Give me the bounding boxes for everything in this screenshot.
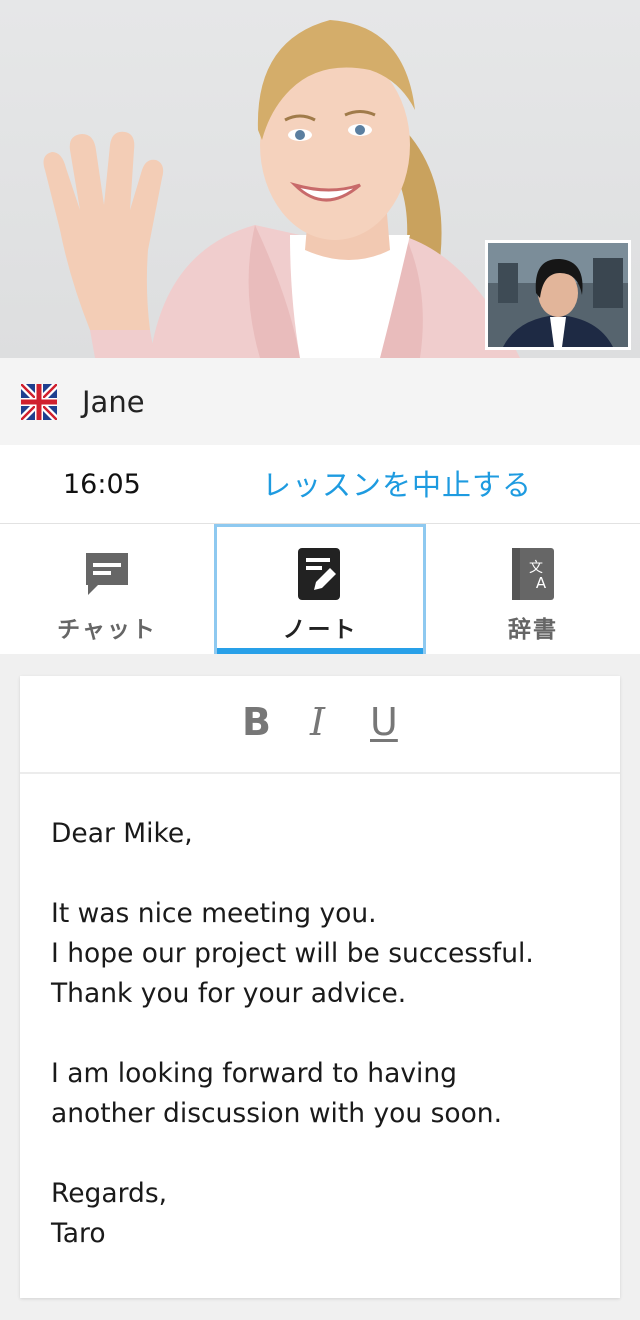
- tab-chat[interactable]: チャット: [0, 524, 214, 654]
- note-blank-line: [51, 1134, 600, 1174]
- note-line: I hope our project will be successful.: [51, 938, 534, 969]
- note-line: Taro: [51, 1218, 106, 1249]
- tab-bar: チャット ノート 文 A 辞書: [0, 524, 640, 654]
- note-line: I am looking forward to having: [51, 1058, 458, 1089]
- chat-icon: [79, 546, 135, 602]
- italic-button[interactable]: I: [310, 698, 325, 746]
- note-line: Dear Mike,: [51, 818, 193, 849]
- note-editor: B I U Dear Mike, It was nice meeting you…: [20, 676, 620, 1298]
- active-tab-indicator: [217, 648, 423, 654]
- svg-text:A: A: [536, 574, 547, 592]
- lesson-timer: 16:05: [63, 469, 141, 500]
- note-blank-line: [51, 1014, 600, 1054]
- lesson-control-bar: 16:05 レッスンを中止する: [0, 445, 640, 524]
- self-camera-preview[interactable]: [485, 240, 631, 350]
- tab-note-label: ノート: [282, 617, 358, 643]
- underline-button[interactable]: U: [370, 698, 398, 746]
- format-toolbar: B I U: [20, 676, 620, 774]
- note-line: Regards,: [51, 1178, 168, 1209]
- tab-chat-label: チャット: [57, 617, 157, 643]
- uk-flag-icon: [21, 383, 57, 420]
- note-text-area[interactable]: Dear Mike, It was nice meeting you. I ho…: [51, 814, 600, 1254]
- tab-dictionary-label: 辞書: [508, 617, 558, 643]
- note-blank-line: [51, 854, 600, 894]
- dictionary-icon: 文 A: [505, 546, 561, 602]
- note-line: Thank you for your advice.: [51, 978, 407, 1009]
- bold-button[interactable]: B: [242, 698, 271, 746]
- tab-dictionary[interactable]: 文 A 辞書: [426, 524, 640, 654]
- tutor-video: [0, 0, 640, 358]
- tutor-info-bar: Jane: [0, 358, 640, 445]
- tab-note[interactable]: ノート: [214, 524, 426, 654]
- self-camera-image: [488, 243, 628, 347]
- note-edit-icon: [292, 546, 348, 602]
- stop-lesson-link[interactable]: レッスンを中止する: [262, 445, 532, 525]
- note-line: another discussion with you soon.: [51, 1098, 503, 1129]
- note-line: It was nice meeting you.: [51, 898, 377, 929]
- tutor-name: Jane: [82, 384, 145, 419]
